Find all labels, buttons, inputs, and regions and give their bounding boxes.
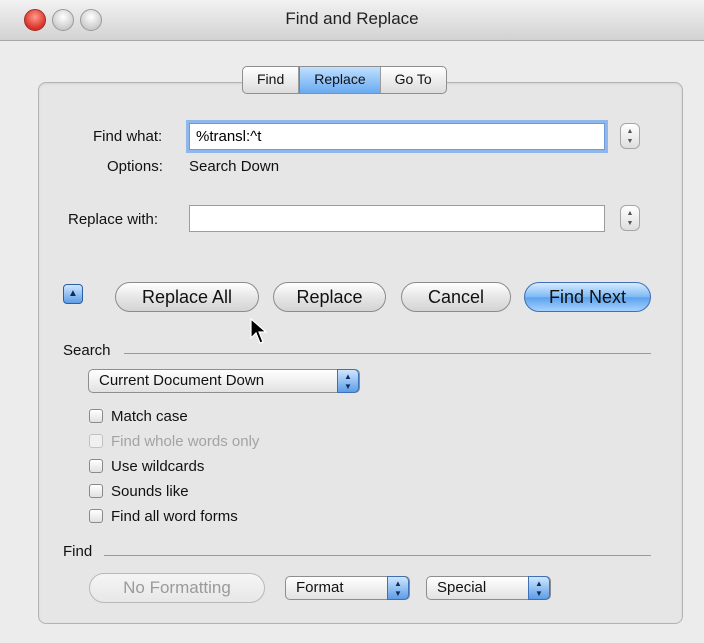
- search-section-divider: [124, 353, 651, 354]
- sounds-like-checkbox[interactable]: Sounds like: [89, 481, 189, 501]
- find-what-label: Find what:: [93, 128, 163, 145]
- tab-go-to[interactable]: Go To: [381, 67, 446, 93]
- find-what-input[interactable]: [189, 123, 605, 150]
- popup-arrows-icon: ▲ ▼: [387, 576, 409, 600]
- search-direction-select[interactable]: Current Document Down ▲ ▼: [88, 369, 360, 393]
- tab-bar: Find Replace Go To: [242, 66, 447, 94]
- find-history-stepper[interactable]: ▲ ▼: [620, 123, 640, 149]
- checkbox-box[interactable]: [89, 509, 103, 523]
- replace-button[interactable]: Replace: [273, 282, 386, 312]
- find-all-word-forms-checkbox[interactable]: Find all word forms: [89, 506, 238, 526]
- checkbox-box[interactable]: [89, 434, 103, 448]
- popup-arrows-icon: ▲ ▼: [337, 369, 359, 393]
- checkbox-box[interactable]: [89, 459, 103, 473]
- special-menu-label: Special: [437, 579, 487, 596]
- checkbox-box[interactable]: [89, 409, 103, 423]
- format-menu-button[interactable]: Format ▲ ▼: [285, 576, 410, 600]
- find-whole-words-label: Find whole words only: [111, 432, 260, 450]
- format-menu-label: Format: [296, 579, 344, 596]
- search-section-heading: Search: [63, 342, 111, 359]
- mouse-pointer-icon: [250, 318, 268, 344]
- options-value: Search Down: [189, 158, 280, 175]
- search-direction-value: Current Document Down: [99, 372, 265, 389]
- match-case-checkbox[interactable]: Match case: [89, 406, 188, 426]
- replace-with-input[interactable]: [189, 205, 605, 232]
- find-replace-window: Find and Replace Find Replace Go To Find…: [0, 0, 704, 643]
- replace-with-label: Replace with:: [68, 211, 159, 228]
- replace-history-stepper[interactable]: ▲ ▼: [620, 205, 640, 231]
- window-title: Find and Replace: [285, 9, 419, 28]
- find-whole-words-checkbox[interactable]: Find whole words only: [89, 431, 259, 451]
- find-section-heading: Find: [63, 543, 93, 560]
- match-case-label: Match case: [111, 407, 188, 425]
- no-formatting-button[interactable]: No Formatting: [89, 573, 265, 603]
- collapse-options-button[interactable]: ▲: [63, 284, 83, 304]
- sounds-like-label: Sounds like: [111, 482, 189, 500]
- checkbox-box[interactable]: [89, 484, 103, 498]
- use-wildcards-checkbox[interactable]: Use wildcards: [89, 456, 204, 476]
- triangle-up-icon: ▲: [68, 288, 78, 299]
- find-next-button[interactable]: Find Next: [524, 282, 651, 312]
- options-label: Options:: [107, 158, 163, 175]
- use-wildcards-label: Use wildcards: [111, 457, 205, 475]
- tab-replace[interactable]: Replace: [299, 67, 381, 93]
- cancel-button[interactable]: Cancel: [401, 282, 511, 312]
- title-bar[interactable]: Find and Replace: [0, 0, 704, 41]
- special-menu-button[interactable]: Special ▲ ▼: [426, 576, 551, 600]
- tab-find[interactable]: Find: [243, 67, 300, 93]
- popup-arrows-icon: ▲ ▼: [528, 576, 550, 600]
- replace-all-button[interactable]: Replace All: [115, 282, 259, 312]
- find-all-word-forms-label: Find all word forms: [111, 507, 238, 525]
- find-section-divider: [104, 555, 651, 556]
